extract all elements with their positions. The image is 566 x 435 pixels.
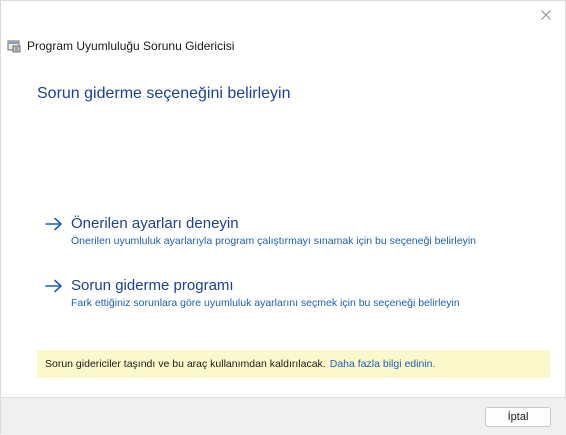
- window-title: Program Uyumluluğu Sorunu Gidericisi: [27, 39, 235, 53]
- option-recommended-settings-description: Önerilen uyumluluk ayarlarıyla program ç…: [71, 235, 477, 247]
- arrow-right-icon: [45, 279, 62, 292]
- option-troubleshoot-program-description: Fark ettiğiniz sorunlara göre uyumluluk …: [71, 297, 460, 309]
- close-icon: [541, 10, 551, 20]
- option-recommended-settings-label[interactable]: Önerilen ayarları deneyin: [71, 215, 239, 232]
- troubleshooter-window: Program Uyumluluğu Sorunu Gidericisi Sor…: [0, 0, 566, 435]
- deprecation-notice: Sorun gidericiler taşındı ve bu araç kul…: [37, 350, 550, 378]
- page-heading: Sorun giderme seçeneğini belirleyin: [37, 85, 291, 102]
- window-title-bar: Program Uyumluluğu Sorunu Gidericisi: [7, 37, 234, 55]
- learn-more-link[interactable]: Daha fazla bilgi edinin.: [330, 358, 436, 370]
- notice-text: Sorun gidericiler taşındı ve bu araç kul…: [45, 358, 326, 370]
- cancel-button[interactable]: İptal: [485, 407, 551, 427]
- troubleshooter-icon: [7, 40, 21, 53]
- option-recommended-settings[interactable]: Önerilen ayarları deneyin Önerilen uyuml…: [45, 215, 476, 247]
- option-troubleshoot-program[interactable]: Sorun giderme programı Fark ettiğiniz so…: [45, 277, 460, 309]
- footer-bar: İptal: [1, 397, 566, 435]
- arrow-right-icon: [45, 217, 62, 230]
- close-button[interactable]: [533, 3, 559, 27]
- option-troubleshoot-program-label[interactable]: Sorun giderme programı: [71, 277, 234, 294]
